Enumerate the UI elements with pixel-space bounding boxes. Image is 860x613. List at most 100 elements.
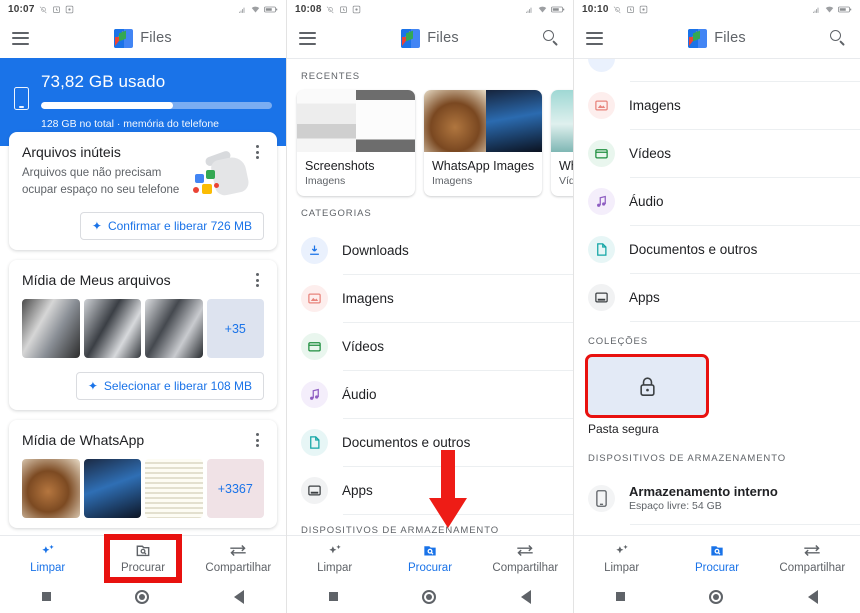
category-row-audio[interactable]: Áudio bbox=[287, 371, 573, 418]
square-icon[interactable] bbox=[329, 592, 339, 601]
recent-card[interactable]: WhatsApp Images Imagens bbox=[424, 90, 542, 196]
nav-item-procurar[interactable]: Procurar bbox=[95, 534, 190, 583]
more-thumbnails[interactable]: +35 bbox=[206, 299, 264, 359]
bottom-area: Limpar Procurar Compartilhar bbox=[0, 534, 286, 613]
search-icon[interactable] bbox=[541, 28, 561, 48]
nav-item-compartilhar[interactable]: Compartilhar bbox=[765, 536, 860, 580]
audio-note-icon bbox=[588, 188, 615, 215]
category-row-videos[interactable]: Vídeos bbox=[287, 323, 573, 370]
nav-label: Compartilhar bbox=[205, 562, 272, 574]
nav-item-limpar[interactable]: Limpar bbox=[574, 536, 669, 580]
bottom-nav: Limpar Procurar Compartilhar bbox=[287, 535, 573, 580]
recent-card[interactable]: Screenshots Imagens bbox=[297, 90, 415, 196]
thumbnail[interactable] bbox=[83, 459, 141, 519]
phone-screen-home: 10:07 Files 73,82 GB usado 128 GB no tot… bbox=[0, 0, 287, 613]
signal-icon bbox=[813, 7, 819, 13]
hamburger-icon[interactable] bbox=[12, 31, 29, 45]
nav-item-limpar[interactable]: Limpar bbox=[287, 536, 382, 580]
bottom-nav: Limpar Procurar Compartilhar bbox=[574, 535, 860, 580]
wifi-icon bbox=[251, 6, 260, 12]
my-files-media-card[interactable]: Mídia de Meus arquivos +35 ✦ Selecionar … bbox=[9, 260, 277, 411]
category-label: Apps bbox=[629, 290, 660, 305]
row-divider bbox=[630, 524, 860, 525]
nav-item-limpar[interactable]: Limpar bbox=[0, 536, 95, 580]
category-label: Vídeos bbox=[342, 339, 385, 354]
thumbnail[interactable] bbox=[145, 459, 203, 519]
nav-item-procurar[interactable]: Procurar bbox=[382, 536, 477, 580]
category-label: Áudio bbox=[629, 194, 664, 209]
category-row-audio[interactable]: Áudio bbox=[574, 178, 860, 225]
share-arrows-icon bbox=[515, 542, 535, 559]
safe-folder-tile[interactable] bbox=[585, 354, 709, 418]
category-row-videos[interactable]: Vídeos bbox=[574, 130, 860, 177]
confirm-free-button[interactable]: ✦ Confirmar e liberar 726 MB bbox=[79, 212, 264, 241]
circle-icon[interactable] bbox=[135, 589, 150, 604]
partial-row-top bbox=[574, 59, 860, 81]
thumbnail[interactable] bbox=[22, 299, 80, 359]
junk-files-card[interactable]: Arquivos inúteis Arquivos que não precis… bbox=[9, 132, 277, 251]
sparkle-icon bbox=[326, 542, 344, 559]
nav-label: Procurar bbox=[407, 562, 453, 574]
storage-device-sublabel: Espaço livre: 54 GB bbox=[629, 500, 722, 512]
more-vert-icon[interactable] bbox=[250, 272, 264, 288]
sparkle-icon: ✦ bbox=[91, 219, 102, 234]
square-icon[interactable] bbox=[42, 592, 52, 601]
square-icon[interactable] bbox=[616, 592, 626, 601]
battery-icon bbox=[551, 6, 565, 12]
whatsapp-media-card[interactable]: Mídia de WhatsApp +3367 bbox=[9, 420, 277, 529]
hamburger-icon[interactable] bbox=[586, 31, 603, 45]
nav-item-compartilhar[interactable]: Compartilhar bbox=[478, 536, 573, 580]
signal-icon bbox=[526, 7, 532, 13]
thumbnail[interactable] bbox=[145, 299, 203, 359]
alarm-clock-icon bbox=[626, 6, 634, 13]
alarm-clock-icon bbox=[52, 6, 60, 13]
cta-label: Confirmar e liberar 726 MB bbox=[107, 219, 252, 234]
nav-item-compartilhar[interactable]: Compartilhar bbox=[191, 536, 286, 580]
recent-card[interactable]: WhatsApp An Vídeos bbox=[551, 90, 574, 196]
recent-type: Vídeos bbox=[559, 175, 574, 187]
triangle-back-icon[interactable] bbox=[520, 589, 531, 604]
nav-item-procurar[interactable]: Procurar bbox=[669, 536, 764, 580]
search-icon[interactable] bbox=[828, 28, 848, 48]
alarm-clock-icon bbox=[339, 6, 347, 13]
junk-bag-icon bbox=[193, 149, 251, 202]
circle-icon[interactable] bbox=[422, 589, 437, 604]
suggestion-cards: Arquivos inúteis Arquivos que não precis… bbox=[0, 132, 286, 529]
card-title: Mídia de WhatsApp bbox=[22, 432, 145, 449]
storage-device-row[interactable]: Armazenamento interno Espaço livre: 54 G… bbox=[574, 472, 860, 524]
app-bar: Files bbox=[287, 18, 573, 58]
hamburger-icon[interactable] bbox=[299, 31, 316, 45]
phone-screen-browse: 10:08 Files RECENTES Screenshots Imagens… bbox=[287, 0, 574, 613]
thumbnail[interactable] bbox=[83, 299, 141, 359]
select-free-button[interactable]: ✦ Selecionar e liberar 108 MB bbox=[75, 372, 264, 401]
lock-icon bbox=[639, 376, 655, 396]
more-vert-icon[interactable] bbox=[250, 144, 264, 160]
thumbnail[interactable] bbox=[22, 459, 80, 519]
triangle-back-icon[interactable] bbox=[807, 589, 818, 604]
category-row-imagens[interactable]: Imagens bbox=[287, 275, 573, 322]
document-icon bbox=[301, 429, 328, 456]
storage-total-label: 128 GB no total · memória do telefone bbox=[41, 118, 220, 130]
category-row-apps[interactable]: Apps bbox=[574, 274, 860, 321]
video-icon bbox=[301, 333, 328, 360]
category-row-documentos[interactable]: Documentos e outros bbox=[574, 226, 860, 273]
more-thumbnails[interactable]: +3367 bbox=[206, 459, 264, 519]
files-logo-icon bbox=[401, 28, 421, 48]
apps-box-icon bbox=[588, 284, 615, 311]
highlight-box bbox=[103, 534, 182, 583]
system-nav-bar bbox=[0, 580, 286, 613]
document-icon bbox=[588, 236, 615, 263]
cta-label: Selecionar e liberar 108 MB bbox=[103, 379, 252, 394]
apps-box-icon bbox=[301, 477, 328, 504]
share-arrows-icon bbox=[802, 542, 822, 559]
category-row-downloads[interactable]: Downloads bbox=[287, 227, 573, 274]
phone-icon bbox=[14, 87, 29, 110]
app-brand: Files bbox=[287, 28, 573, 48]
circle-icon[interactable] bbox=[709, 589, 724, 604]
triangle-back-icon[interactable] bbox=[233, 589, 244, 604]
more-vert-icon[interactable] bbox=[250, 432, 264, 448]
sparkle-icon: ✦ bbox=[87, 379, 98, 394]
section-label-dispositivos: DISPOSITIVOS DE ARMAZENAMENTO bbox=[588, 453, 787, 464]
category-label: Imagens bbox=[629, 98, 681, 113]
category-row-imagens[interactable]: Imagens bbox=[574, 82, 860, 129]
